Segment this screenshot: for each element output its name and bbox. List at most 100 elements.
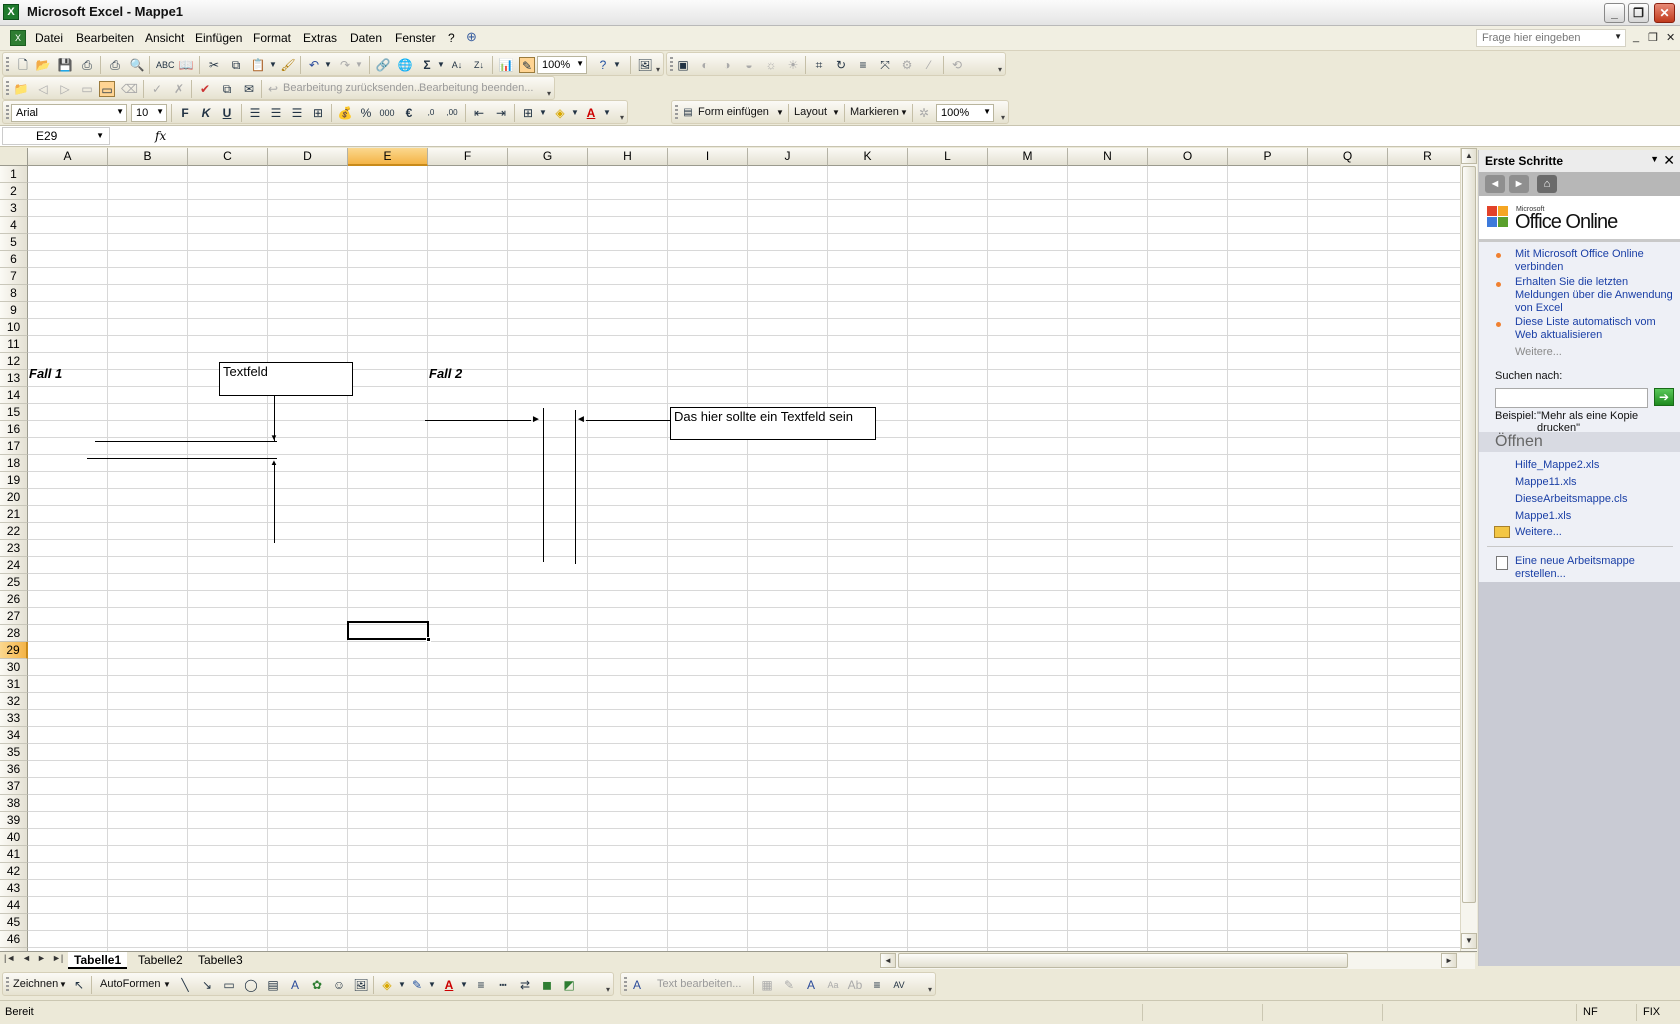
home-icon[interactable]: ⌂	[1537, 175, 1557, 193]
line-style-icon[interactable]: ≡	[855, 57, 871, 73]
recent-file-2[interactable]: Mappe11.xls	[1515, 476, 1675, 489]
redo-dropdown-icon[interactable]: ▼	[351, 57, 367, 73]
vertical-scrollbar[interactable]: ▲ ▼	[1460, 148, 1477, 951]
hyperlink-icon[interactable]: 🔗	[375, 57, 391, 73]
column-header-r[interactable]: R	[1388, 148, 1460, 166]
permission-icon[interactable]: ⎙	[79, 57, 95, 73]
recent-file-4[interactable]: Mappe1.xls	[1515, 510, 1675, 523]
autoformat-icon[interactable]: ✲	[916, 105, 932, 121]
arrow-up-line[interactable]	[274, 464, 275, 543]
toolbar-options-icon[interactable]: ▾	[996, 55, 1004, 75]
column-header-n[interactable]: N	[1068, 148, 1148, 166]
next-sheet-icon[interactable]: ►	[37, 953, 46, 963]
fx-icon[interactable]: fx	[155, 129, 166, 143]
menu-fenster[interactable]: Fenster	[395, 31, 436, 45]
color-icon[interactable]: ◐	[697, 57, 713, 73]
prev-sheet-icon[interactable]: ◄	[22, 953, 31, 963]
row-header-6[interactable]: 6	[0, 251, 28, 268]
row-header-17[interactable]: 17	[0, 438, 28, 455]
char-spacing-icon[interactable]: AV	[891, 977, 907, 993]
line-vertical-right[interactable]	[575, 410, 576, 564]
decrease-decimal-icon[interactable]: ,00	[444, 105, 460, 121]
font-size-select[interactable]: 10 ▼	[131, 104, 167, 122]
column-header-d[interactable]: D	[268, 148, 348, 166]
formula-input[interactable]	[172, 127, 1672, 145]
increase-indent-icon[interactable]: ⇥	[493, 105, 509, 121]
align-center-icon[interactable]: ☰	[268, 105, 284, 121]
toolbar-grip[interactable]	[675, 105, 678, 120]
increase-decimal-icon[interactable]: ,0	[423, 105, 439, 121]
reply-changes-button[interactable]: Bearbeitung zurücksenden...	[283, 82, 423, 94]
open-more-link[interactable]: Weitere...	[1515, 526, 1675, 539]
row-header-8[interactable]: 8	[0, 285, 28, 302]
menu-datei[interactable]: Datei	[35, 31, 63, 45]
format-painter-icon[interactable]: 🖌	[280, 57, 296, 73]
arrow-left-line[interactable]	[586, 420, 670, 421]
row-header-36[interactable]: 36	[0, 761, 28, 778]
globe-icon[interactable]: 🌐	[397, 57, 413, 73]
rectangle-icon[interactable]: ▭	[221, 977, 237, 993]
shadow-icon[interactable]: ◼	[539, 977, 555, 993]
thousands-button[interactable]: 000	[379, 105, 395, 121]
reset-picture-icon[interactable]: ⟲	[949, 57, 965, 73]
line-vertical-left[interactable]	[543, 408, 544, 562]
toolbar-options-icon[interactable]: ▾	[545, 79, 553, 99]
crop-icon[interactable]: ⌗	[811, 57, 827, 73]
excel-icon[interactable]: X	[3, 4, 19, 20]
row-header-9[interactable]: 9	[0, 302, 28, 319]
toolbar-grip[interactable]	[670, 57, 673, 72]
search-go-button[interactable]: ➔	[1654, 388, 1674, 406]
new-icon[interactable]: 🗋	[15, 57, 31, 73]
doc-close-button[interactable]: ✕	[1666, 31, 1675, 44]
column-header-k[interactable]: K	[828, 148, 908, 166]
alignment-icon[interactable]: ≡	[869, 977, 885, 993]
folder-icon[interactable]: 📁	[13, 81, 29, 97]
print-icon[interactable]: ⎙	[107, 57, 123, 73]
toolbar-options-icon[interactable]: ▾	[654, 55, 662, 75]
arrow-style-icon[interactable]: ⇄	[517, 977, 533, 993]
drawing-icon[interactable]: ✎	[519, 57, 535, 73]
search-input[interactable]	[1495, 388, 1648, 408]
column-header-f[interactable]: F	[428, 148, 508, 166]
wordart-shape-icon[interactable]: A	[803, 977, 819, 993]
toolbar-options-icon[interactable]: ▾	[926, 975, 934, 995]
doc-minimize-button[interactable]: _	[1633, 31, 1639, 43]
active-cell[interactable]	[347, 621, 431, 642]
toolbar-grip[interactable]	[6, 81, 9, 96]
row-header-28[interactable]: 28	[0, 625, 28, 642]
paste-dropdown-icon[interactable]: ▼	[265, 57, 281, 73]
row-header-44[interactable]: 44	[0, 897, 28, 914]
column-header-h[interactable]: H	[588, 148, 668, 166]
cut-icon[interactable]: ✂	[206, 57, 222, 73]
column-header-c[interactable]: C	[188, 148, 268, 166]
menu-help[interactable]: ?	[448, 31, 455, 45]
autoshapes-button[interactable]: AutoFormen	[100, 978, 161, 990]
select-objects-icon[interactable]: ↖	[71, 977, 87, 993]
rotate-icon[interactable]: ↻	[833, 57, 849, 73]
row-header-37[interactable]: 37	[0, 778, 28, 795]
restore-button[interactable]: ❐	[1628, 3, 1649, 23]
3d-icon[interactable]: ◩	[561, 977, 577, 993]
oval-icon[interactable]: ◯	[243, 977, 259, 993]
ink-icon[interactable]: ⧉	[219, 81, 235, 97]
doc-restore-button[interactable]: ❐	[1648, 31, 1658, 44]
toolbar-options-icon[interactable]: ▾	[604, 975, 612, 995]
textbox-icon[interactable]: ▤	[265, 977, 281, 993]
more-link[interactable]: Weitere...	[1515, 346, 1562, 358]
first-sheet-icon[interactable]: |◄	[4, 953, 15, 963]
scroll-down-icon[interactable]: ▼	[1461, 933, 1477, 949]
same-height-icon[interactable]: Aa	[825, 977, 841, 993]
align-right-icon[interactable]: ☰	[289, 105, 305, 121]
research-icon[interactable]: ⊕	[466, 29, 477, 45]
fill-color-icon[interactable]: ◈	[552, 105, 568, 121]
end-review-button[interactable]: Bearbeitung beenden...	[419, 82, 533, 94]
row-header-43[interactable]: 43	[0, 880, 28, 897]
sheet-tab-tabelle3[interactable]: Tabelle3	[192, 952, 249, 969]
open-icon[interactable]: 📂	[35, 57, 51, 73]
row-header-32[interactable]: 32	[0, 693, 28, 710]
chart-wizard-icon[interactable]: 📊	[498, 57, 514, 73]
scroll-right-icon[interactable]: ►	[1441, 953, 1457, 968]
row-header-23[interactable]: 23	[0, 540, 28, 557]
row-header-22[interactable]: 22	[0, 523, 28, 540]
underline-button[interactable]: U	[219, 105, 235, 121]
